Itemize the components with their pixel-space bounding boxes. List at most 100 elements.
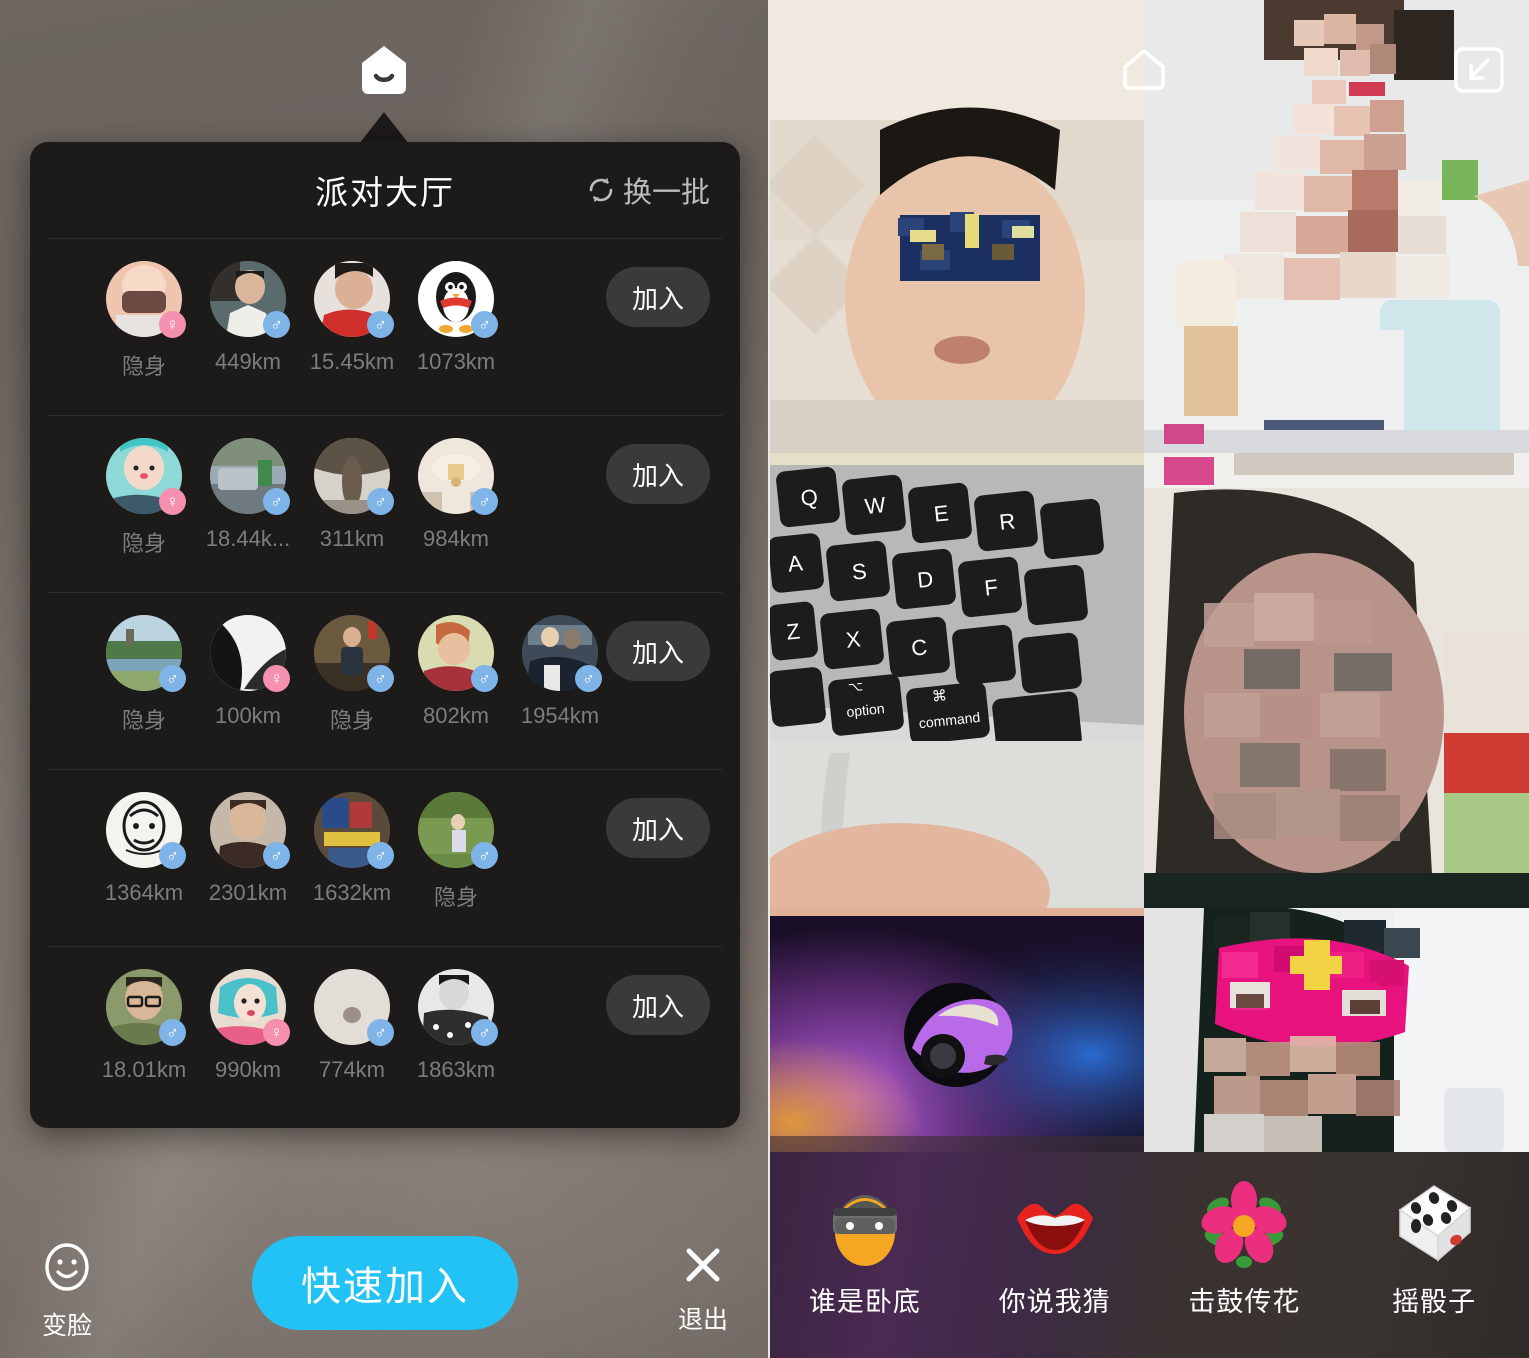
party-hall-card: 派对大厅 换一批 ♀ 隐身 ♂ 449km ♂ 15.45km ♂ 1073km… [30,142,740,1128]
game-item-who-is-spy[interactable]: 谁是卧底 [790,1174,940,1319]
gender-badge: ♂ [367,311,394,338]
gender-badge: ♂ [159,1019,186,1046]
list-item[interactable]: ♂ 311km [300,438,404,552]
avatar-wrap[interactable]: ♂ [210,438,290,515]
list-item[interactable]: ♂ 1863km [404,969,508,1083]
svg-text:S: S [851,558,868,584]
smiley-face-icon [44,1242,90,1297]
video-tile-man-blurred[interactable] [1144,453,1529,908]
avatar-wrap[interactable]: ♂ [106,615,186,692]
exit-button[interactable]: 退出 [678,1242,728,1336]
list-item[interactable]: ♂ 隐身 [92,615,196,735]
video-tile-pink-mask[interactable] [1144,908,1529,1152]
list-item[interactable]: ♂ 802km [404,615,508,729]
avatar-wrap[interactable]: ♀ [106,438,186,515]
avatar-wrap[interactable]: ♂ [210,792,290,869]
gender-badge: ♀ [263,665,290,692]
gender-badge: ♂ [367,665,394,692]
join-button[interactable]: 加入 [606,267,710,327]
distance-label: 隐身 [121,354,166,379]
right-panel: Q W E R A S D F Z X C option command ⌥ ⌘… [770,0,1529,1358]
list-item[interactable]: ♂ 隐身 [404,792,508,912]
avatar-wrap[interactable]: ♂ [314,615,394,692]
game-item-pass-the-flower[interactable]: 击鼓传花 [1169,1174,1319,1319]
list-item[interactable]: ♂ 984km [404,438,508,552]
list-item[interactable]: ♀ 隐身 [92,261,196,381]
svg-text:⌥: ⌥ [847,678,863,694]
distance-label: 18.01km [101,1057,187,1082]
join-button[interactable]: 加入 [606,798,710,858]
join-button[interactable]: 加入 [606,444,710,504]
collapse-arrow-icon[interactable] [1453,46,1505,94]
avatar-wrap[interactable]: ♂ [418,969,498,1046]
list-item[interactable]: ♂ 1073km [404,261,508,375]
close-x-icon [680,1242,726,1293]
face-change-button[interactable]: 变脸 [42,1242,92,1342]
list-item[interactable]: ♀ 隐身 [92,438,196,558]
avatar-wrap[interactable]: ♂ [314,969,394,1046]
list-item[interactable]: ♂ 774km [300,969,404,1083]
list-item[interactable]: ♂ 18.01km [92,969,196,1083]
avatar-wrap[interactable]: ♂ [418,261,498,338]
game-label: 你说我猜 [998,1287,1111,1317]
gender-badge: ♂ [159,665,186,692]
distance-label: 1632km [312,880,392,905]
card-pointer [359,112,409,144]
list-item[interactable]: ♂ 449km [196,261,300,375]
spy-face-icon [817,1174,913,1270]
avatar-wrap[interactable]: ♂ [314,261,394,338]
video-grid: Q W E R A S D F Z X C option command ⌥ ⌘ [770,0,1529,1152]
game-label: 谁是卧底 [808,1287,921,1317]
distance-label: 隐身 [121,708,166,733]
gender-badge: ♂ [471,311,498,338]
gender-badge: ♂ [575,665,602,692]
distance-label: 15.45km [309,349,395,374]
avatar-wrap[interactable]: ♂ [418,615,498,692]
avatar-wrap[interactable]: ♀ [210,615,290,692]
gender-badge: ♀ [159,311,186,338]
avatar-wrap[interactable]: ♂ [106,792,186,869]
list-item[interactable]: ♂ 1954km [508,615,612,729]
distance-label: 1364km [104,880,184,905]
video-tile-purple-car[interactable] [770,908,1144,1152]
list-item[interactable]: ♂ 1364km [92,792,196,906]
svg-text:X: X [845,626,863,652]
distance-label: 1954km [520,703,600,728]
game-item-roll-dice[interactable]: 摇骰子 [1359,1174,1509,1319]
refresh-circle-icon [586,175,616,205]
gender-badge: ♂ [471,842,498,869]
distance-label: 隐身 [121,531,166,556]
video-tile-masked-man-bed[interactable] [770,0,1144,453]
avatar-wrap[interactable]: ♂ [418,438,498,515]
list-item[interactable]: ♂ 1632km [300,792,404,906]
list-item[interactable]: ♂ 15.45km [300,261,404,375]
avatar-wrap[interactable]: ♂ [314,438,394,515]
list-item[interactable]: ♀ 990km [196,969,300,1083]
svg-text:D: D [916,566,934,593]
refresh-button[interactable]: 换一批 [586,169,710,211]
avatar-wrap[interactable]: ♂ [210,261,290,338]
face-change-label: 变脸 [42,1312,93,1340]
quick-join-button[interactable]: 快速加入 [252,1236,518,1330]
avatar-wrap[interactable]: ♀ [106,261,186,338]
list-item[interactable]: ♂ 18.44k... [196,438,300,552]
game-item-you-say-i-guess[interactable]: 你说我猜 [980,1174,1130,1319]
list-item[interactable]: ♂ 2301km [196,792,300,906]
svg-text:F: F [983,574,999,600]
avatar-wrap[interactable]: ♂ [106,969,186,1046]
join-button[interactable]: 加入 [606,621,710,681]
gender-badge: ♂ [471,488,498,515]
video-tile-macbook-keyboard[interactable]: Q W E R A S D F Z X C option command ⌥ ⌘ [770,453,1144,908]
avatar-wrap[interactable]: ♀ [210,969,290,1046]
house-outline-icon[interactable] [1120,46,1168,94]
distance-label: 隐身 [433,885,478,910]
join-button[interactable]: 加入 [606,975,710,1035]
list-item[interactable]: ♀ 100km [196,615,300,729]
house-smile-icon[interactable] [360,44,408,96]
list-item[interactable]: ♂ 隐身 [300,615,404,735]
svg-text:E: E [933,500,950,526]
avatar-wrap[interactable]: ♂ [418,792,498,869]
avatar-wrap[interactable]: ♂ [314,792,394,869]
app-root: 派对大厅 换一批 ♀ 隐身 ♂ 449km ♂ 15.45km ♂ 1073km… [0,0,1529,1358]
avatar-wrap[interactable]: ♂ [522,615,602,692]
